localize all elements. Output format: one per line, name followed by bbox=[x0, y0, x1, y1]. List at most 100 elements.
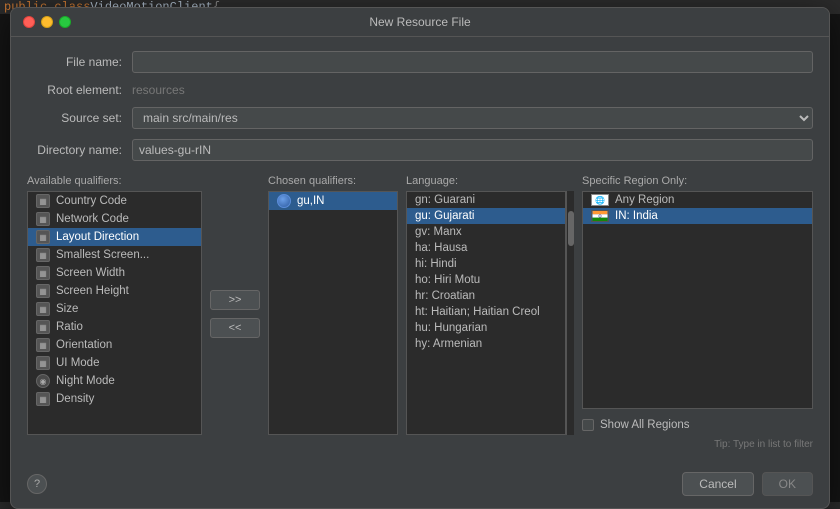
list-item[interactable]: ▦ Layout Direction bbox=[28, 228, 201, 246]
list-item-label: IN: India bbox=[615, 210, 658, 222]
list-item-label: Smallest Screen... bbox=[56, 249, 149, 261]
list-item[interactable]: ▦ Screen Width bbox=[28, 264, 201, 282]
language-panel: Language: gn: Guarani gu: Gujarati gv: M… bbox=[406, 175, 574, 435]
qualifier-icon: ▦ bbox=[36, 338, 50, 352]
list-item[interactable]: IN: India bbox=[583, 208, 812, 224]
tip-row: Tip: Type in list to filter bbox=[27, 439, 813, 450]
filename-input[interactable] bbox=[132, 51, 813, 73]
show-all-regions-checkbox[interactable] bbox=[582, 419, 594, 431]
ok-button[interactable]: OK bbox=[762, 472, 813, 496]
list-item[interactable]: ▦ Screen Height bbox=[28, 282, 201, 300]
remove-qualifier-button[interactable]: << bbox=[210, 318, 260, 338]
qualifier-icon: ◉ bbox=[36, 374, 50, 388]
qualifier-icon: ▦ bbox=[36, 356, 50, 370]
list-item-label: ht: Haitian; Haitian Creol bbox=[415, 306, 540, 318]
list-item[interactable]: ▦ Network Code bbox=[28, 210, 201, 228]
help-button[interactable]: ? bbox=[27, 474, 47, 494]
list-item-label: gn: Guarani bbox=[415, 194, 475, 206]
list-item-label: Night Mode bbox=[56, 375, 115, 387]
tip-text: Tip: Type in list to filter bbox=[714, 439, 813, 450]
list-item[interactable]: ho: Hiri Motu bbox=[407, 272, 565, 288]
qualifier-icon: ▦ bbox=[36, 284, 50, 298]
source-set-select[interactable]: main src/main/res bbox=[132, 107, 813, 129]
list-item[interactable]: ha: Hausa bbox=[407, 240, 565, 256]
language-label: Language: bbox=[406, 175, 574, 187]
list-item[interactable]: gv: Manx bbox=[407, 224, 565, 240]
dialog-footer: ? Cancel OK bbox=[11, 464, 829, 508]
any-region-icon: 🌐 bbox=[591, 194, 609, 206]
list-item-label: Network Code bbox=[56, 213, 129, 225]
root-element-value: resources bbox=[132, 83, 185, 97]
list-item[interactable]: ▦ UI Mode bbox=[28, 354, 201, 372]
list-item[interactable]: ▦ Country Code bbox=[28, 192, 201, 210]
list-item[interactable]: gu: Gujarati bbox=[407, 208, 565, 224]
list-item-label: Country Code bbox=[56, 195, 127, 207]
scrollbar-thumb bbox=[568, 211, 574, 246]
list-item-label: Screen Height bbox=[56, 285, 129, 297]
add-qualifier-button[interactable]: >> bbox=[210, 290, 260, 310]
list-item[interactable]: ▦ Density bbox=[28, 390, 201, 408]
qualifier-icon: ▦ bbox=[36, 302, 50, 316]
language-list[interactable]: gn: Guarani gu: Gujarati gv: Manx ha: Ha… bbox=[406, 191, 566, 435]
available-qualifiers-label: Available qualifiers: bbox=[27, 175, 202, 187]
qualifier-icon: ▦ bbox=[36, 320, 50, 334]
chosen-qualifiers-list[interactable]: gu,IN bbox=[268, 191, 398, 435]
list-item-label: Orientation bbox=[56, 339, 112, 351]
new-resource-dialog: New Resource File File name: Root elemen… bbox=[10, 7, 830, 509]
list-item-label: Size bbox=[56, 303, 78, 315]
source-set-row: Source set: main src/main/res bbox=[27, 107, 813, 129]
qualifier-icon: ▦ bbox=[36, 212, 50, 226]
list-item-label: Density bbox=[56, 393, 94, 405]
list-item[interactable]: hy: Armenian bbox=[407, 336, 565, 352]
maximize-button[interactable] bbox=[59, 16, 71, 28]
list-item-label: gu,IN bbox=[297, 195, 325, 207]
directory-name-label: Directory name: bbox=[27, 143, 122, 157]
language-scrollbar[interactable] bbox=[566, 191, 574, 435]
dialog-overlay: New Resource File File name: Root elemen… bbox=[0, 14, 840, 502]
qualifiers-section: Available qualifiers: ▦ Country Code ▦ N… bbox=[27, 175, 813, 435]
minimize-button[interactable] bbox=[41, 16, 53, 28]
specific-region-list[interactable]: 🌐 Any Region IN: India bbox=[582, 191, 813, 409]
list-item-label: hi: Hindi bbox=[415, 258, 457, 270]
list-item-label: gv: Manx bbox=[415, 226, 462, 238]
close-button[interactable] bbox=[23, 16, 35, 28]
list-item[interactable]: hr: Croatian bbox=[407, 288, 565, 304]
list-item[interactable]: ◉ Night Mode bbox=[28, 372, 201, 390]
specific-region-panel: Specific Region Only: 🌐 Any Region bbox=[582, 175, 813, 435]
cancel-button[interactable]: Cancel bbox=[682, 472, 753, 496]
list-item[interactable]: hu: Hungarian bbox=[407, 320, 565, 336]
dialog-title: New Resource File bbox=[369, 15, 470, 29]
show-all-regions-label: Show All Regions bbox=[600, 419, 690, 431]
india-flag-icon bbox=[591, 210, 609, 222]
chosen-qualifiers-panel: Chosen qualifiers: gu,IN bbox=[268, 175, 398, 435]
arrows-panel: >> << bbox=[210, 175, 260, 435]
dialog-body: File name: Root element: resources Sourc… bbox=[11, 37, 829, 464]
qualifier-icon: ▦ bbox=[36, 230, 50, 244]
list-item[interactable]: gu,IN bbox=[269, 192, 397, 210]
list-item-label: gu: Gujarati bbox=[415, 210, 474, 222]
qualifier-icon: ▦ bbox=[36, 194, 50, 208]
show-all-regions-row: Show All Regions bbox=[582, 415, 813, 435]
list-item[interactable]: ht: Haitian; Haitian Creol bbox=[407, 304, 565, 320]
source-set-label: Source set: bbox=[27, 111, 122, 125]
specific-region-label: Specific Region Only: bbox=[582, 175, 813, 187]
list-item-label: ho: Hiri Motu bbox=[415, 274, 480, 286]
qualifier-icon: ▦ bbox=[36, 248, 50, 262]
list-item-label: Screen Width bbox=[56, 267, 125, 279]
list-item-label: Ratio bbox=[56, 321, 83, 333]
list-item[interactable]: ▦ Size bbox=[28, 300, 201, 318]
list-item[interactable]: ▦ Orientation bbox=[28, 336, 201, 354]
directory-name-input[interactable] bbox=[132, 139, 813, 161]
list-item-label: Layout Direction bbox=[56, 231, 139, 243]
list-item-label: Any Region bbox=[615, 194, 674, 206]
available-qualifiers-list[interactable]: ▦ Country Code ▦ Network Code ▦ Layout D… bbox=[27, 191, 202, 435]
list-item[interactable]: 🌐 Any Region bbox=[583, 192, 812, 208]
root-element-row: Root element: resources bbox=[27, 83, 813, 97]
list-item[interactable]: gn: Guarani bbox=[407, 192, 565, 208]
list-item-label: hr: Croatian bbox=[415, 290, 475, 302]
root-element-label: Root element: bbox=[27, 83, 122, 97]
list-item[interactable]: ▦ Smallest Screen... bbox=[28, 246, 201, 264]
list-item[interactable]: hi: Hindi bbox=[407, 256, 565, 272]
globe-icon bbox=[277, 194, 291, 208]
list-item[interactable]: ▦ Ratio bbox=[28, 318, 201, 336]
